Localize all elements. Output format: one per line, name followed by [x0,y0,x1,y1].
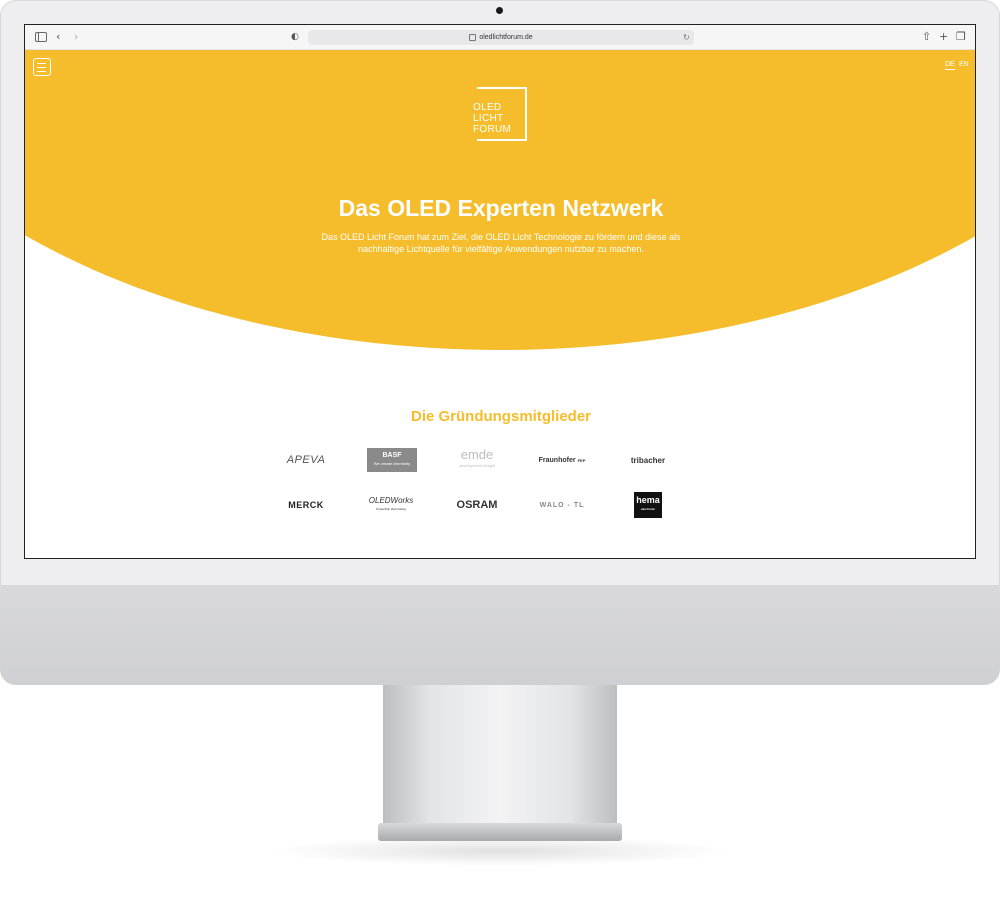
members-title: Die Gründungsmitglieder [410,408,591,425]
browser-toolbar: ‹ › ◐ oledlichtforum.de ↻ ⇧ + ❐ [25,25,975,50]
hero-title: Das OLED Experten Netzwerk [338,195,664,221]
sidebar-toggle-icon[interactable] [35,32,47,42]
member-logo-oledworks[interactable]: OLEDWorks Powerfully Illuminating [356,493,426,517]
camera-dot [496,7,503,14]
tab-overview-icon[interactable]: ❐ [956,30,966,44]
member-logo-merck[interactable]: MERCK [271,493,341,517]
logo-line-1: OLED [473,102,502,113]
lock-icon [469,33,477,41]
monitor-stand [383,685,617,825]
monitor-stand-foot [378,823,622,841]
language-de[interactable]: DE [945,61,955,70]
member-logo-basf[interactable]: BASF We create chemistry [367,448,417,472]
logo-tagline: Powerfully Illuminating [376,507,406,511]
logo-label: hema [636,495,660,505]
share-icon[interactable]: ⇧ [922,30,931,44]
member-logo-osram[interactable]: OSRAM [442,493,512,517]
site-logo[interactable]: OLED LICHT FORUM [473,87,527,141]
logo-label: MERCK [288,500,324,510]
reload-icon[interactable]: ↻ [683,31,690,45]
member-logo-apeva[interactable]: APEVA [271,448,341,472]
back-icon[interactable]: ‹ [56,30,60,44]
member-logo-walo[interactable]: WALO - TL [527,493,597,517]
new-tab-icon[interactable]: + [939,30,948,44]
menu-button[interactable] [33,58,51,76]
logo-label: Fraunhofer [538,456,576,464]
logo-tagline: We create chemistry [373,461,411,466]
logo-label: OLEDWorks [368,496,414,505]
monitor-chin [0,585,1000,685]
monitor-frame: ‹ › ◐ oledlichtforum.de ↻ ⇧ + ❐ DE EN OL… [0,0,1000,685]
logo-label: tribacher [630,455,666,465]
screen: ‹ › ◐ oledlichtforum.de ↻ ⇧ + ❐ DE EN OL… [24,24,976,559]
logo-tagline: electronic [640,507,656,511]
privacy-shield-icon[interactable]: ◐ [291,30,299,44]
member-logo-tribacher[interactable]: tribacher [613,448,683,472]
language-en[interactable]: EN [959,61,969,68]
logo-line-2: LICHT [473,113,504,124]
web-page: DE EN OLED LICHT FORUM Das OLED Experten… [25,50,975,558]
logo-line-3: FORUM [473,124,512,135]
member-logo-emde[interactable]: emde development of light [442,448,512,472]
logo-label: BASF [382,452,402,459]
logo-label: emde [460,447,494,462]
forward-icon[interactable]: › [74,30,78,44]
member-logo-fraunhofer[interactable]: Fraunhofer FEP [527,448,597,472]
logo-label: WALO - TL [539,501,585,509]
hero-description: Das OLED Licht Forum hat zum Ziel, die O… [321,232,681,254]
logo-tagline: FEP [577,457,586,463]
address-bar[interactable]: oledlichtforum.de [308,30,694,45]
logo-label: APEVA [286,454,326,466]
logo-text: OLED LICHT FORUM [473,102,513,135]
logo-tagline: development of light [459,463,495,468]
member-logo-hema[interactable]: hema electronic [634,492,662,518]
url-text: oledlichtforum.de [479,34,533,41]
logo-label: OSRAM [456,499,498,511]
